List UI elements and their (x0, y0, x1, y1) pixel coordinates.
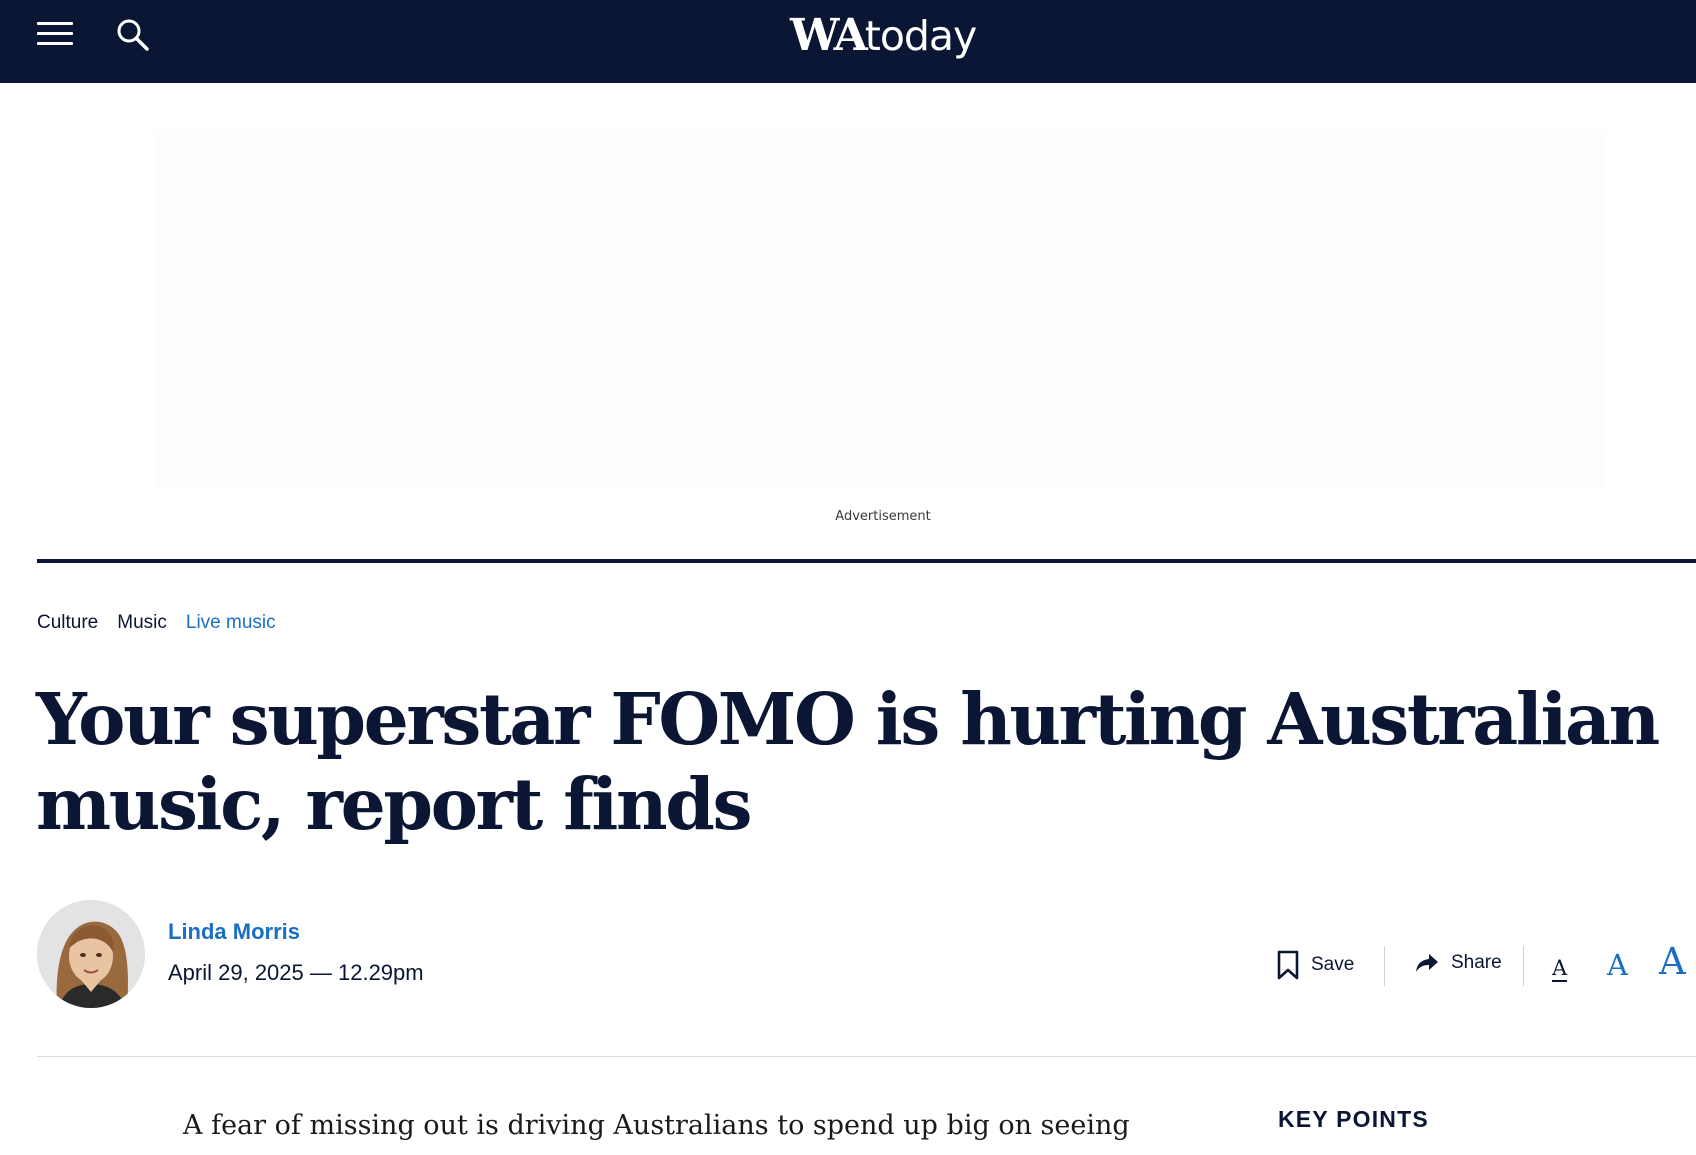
share-arrow-icon (1416, 954, 1438, 972)
breadcrumb-music[interactable]: Music (117, 612, 167, 634)
breadcrumb-culture[interactable]: Culture (37, 612, 98, 634)
author-avatar[interactable] (37, 900, 145, 1008)
search-icon[interactable] (115, 17, 151, 53)
byline-divider (37, 1056, 1696, 1057)
share-button[interactable]: Share (1415, 952, 1502, 974)
avatar-image (37, 900, 145, 1008)
font-size-large-button[interactable]: A (1659, 940, 1686, 983)
share-label: Share (1451, 952, 1502, 973)
search-icon-graphic (117, 19, 149, 51)
font-size-small-button[interactable]: A (1552, 956, 1568, 982)
breadcrumb-live-music[interactable]: Live music (186, 612, 276, 634)
menu-icon-bar (37, 22, 73, 25)
menu-icon-bar (37, 32, 73, 35)
site-logo[interactable]: WAtoday (790, 10, 978, 66)
advertisement-label: Advertisement (835, 509, 931, 524)
article-headline: Your superstar FOMO is hurting Australia… (36, 677, 1660, 846)
article-lead-paragraph: A fear of missing out is driving Austral… (183, 1110, 1130, 1141)
publish-date: April 29, 2025 — 12.29pm (168, 960, 424, 985)
menu-icon[interactable] (37, 20, 73, 48)
site-header: WAtoday (0, 0, 1696, 83)
font-size-medium-button[interactable]: A (1607, 948, 1628, 982)
author-name-link[interactable]: Linda Morris (168, 919, 300, 945)
bookmark-icon (1277, 950, 1299, 980)
advertisement-slot (155, 130, 1605, 490)
toolbar-divider (1523, 946, 1524, 986)
breadcrumb: Culture Music Live music (37, 612, 276, 634)
save-button[interactable]: Save (1277, 950, 1354, 980)
section-divider (37, 559, 1696, 563)
menu-icon-bar (37, 42, 73, 45)
save-label: Save (1311, 954, 1355, 975)
logo-primary: WA (790, 10, 868, 61)
key-points-heading: KEY POINTS (1278, 1106, 1429, 1132)
logo-secondary: today (864, 12, 978, 60)
toolbar-divider (1384, 946, 1385, 986)
